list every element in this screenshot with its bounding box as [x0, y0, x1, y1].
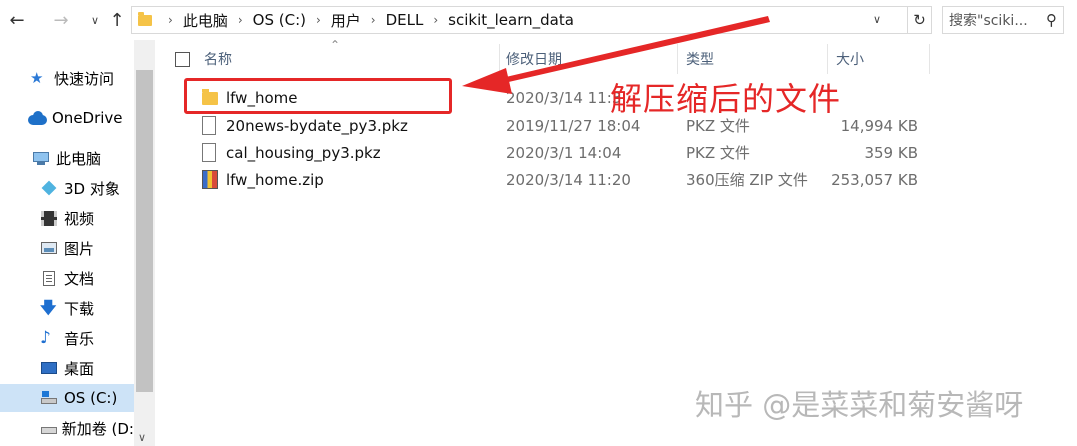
navigation-pane: ★ 快速访问 OneDrive 此电脑 3D 对象 视频 图片 文档 🡇 下载 …	[0, 40, 155, 446]
nav-item-3d-objects[interactable]: 3D 对象	[40, 174, 134, 202]
breadcrumb-separator-icon[interactable]: ›	[371, 13, 376, 27]
watermark-text: 知乎 @是菜菜和菊安酱呀	[695, 388, 1024, 422]
nav-item-label: 3D 对象	[64, 179, 120, 198]
folder-icon	[138, 11, 152, 26]
column-header-row: 名称 修改日期 类型 大小	[160, 44, 930, 74]
cube-icon	[40, 180, 58, 196]
nav-item-label: 桌面	[64, 359, 95, 378]
nav-item-os-c[interactable]: OS (C:)	[0, 384, 134, 412]
file-row-cal-housing-pkz[interactable]: cal_housing_py3.pkz 2020/3/1 14:04 PKZ 文…	[160, 139, 930, 166]
download-icon: 🡇	[40, 298, 57, 317]
nav-item-downloads[interactable]: 🡇 下载	[40, 294, 134, 322]
file-icon	[202, 116, 216, 135]
address-bar-row: ← → ∨ ↑ › 此电脑 › OS (C:) › 用户 › DELL › sc…	[0, 0, 1077, 40]
file-size: 14,994 KB	[840, 116, 918, 135]
file-date: 2020/3/14 11:3	[506, 88, 622, 107]
nav-item-music[interactable]: ♪ 音乐	[40, 324, 134, 352]
nav-item-this-pc[interactable]: 此电脑	[32, 144, 134, 172]
nav-item-label: 音乐	[64, 329, 95, 348]
breadcrumb-item[interactable]: DELL	[386, 11, 424, 29]
file-name: 20news-bydate_py3.pkz	[226, 116, 408, 135]
nav-item-label: OS (C:)	[64, 389, 118, 407]
nav-item-documents[interactable]: 文档	[40, 264, 134, 292]
nav-item-label: OneDrive	[52, 109, 123, 127]
zip-archive-icon	[202, 170, 218, 189]
document-icon	[40, 270, 58, 286]
search-placeholder: 搜索"sciki...	[949, 13, 1028, 29]
address-input[interactable]: › 此电脑 › OS (C:) › 用户 › DELL › scikit_lea…	[131, 6, 908, 34]
breadcrumb-separator-icon[interactable]: ›	[433, 13, 438, 27]
file-name: cal_housing_py3.pkz	[226, 143, 381, 162]
column-header-name[interactable]: 名称	[196, 44, 500, 74]
search-icon[interactable]: ⚲	[1046, 11, 1057, 29]
breadcrumb-item[interactable]: OS (C:)	[253, 11, 306, 29]
nav-item-label: 视频	[64, 209, 95, 228]
file-date: 2020/3/1 14:04	[506, 143, 622, 162]
annotation-label: 解压缩后的文件	[610, 80, 842, 118]
file-type: PKZ 文件	[686, 144, 750, 162]
nav-item-desktop[interactable]: 桌面	[40, 354, 134, 382]
nav-item-quick-access[interactable]: ★ 快速访问	[30, 64, 134, 92]
scroll-down-chevron-icon[interactable]: ∨	[138, 431, 146, 444]
address-dropdown-chevron-icon[interactable]: ∨	[873, 13, 881, 26]
file-size: 359 KB	[864, 143, 918, 162]
music-icon: ♪	[40, 328, 51, 348]
nav-item-onedrive[interactable]: OneDrive	[28, 104, 134, 132]
breadcrumb-separator-icon[interactable]: ›	[316, 13, 321, 27]
breadcrumb-item[interactable]: 此电脑	[183, 10, 228, 31]
nav-item-label: 新加卷 (D:	[61, 419, 134, 438]
file-name: lfw_home.zip	[226, 170, 324, 189]
breadcrumb-item[interactable]: scikit_learn_data	[448, 11, 574, 29]
column-header-date[interactable]: 修改日期	[498, 44, 678, 74]
windows-drive-icon	[40, 390, 58, 406]
nav-item-label: 快速访问	[54, 69, 115, 88]
up-arrow-icon[interactable]: ↑	[106, 8, 128, 32]
film-icon	[40, 210, 58, 226]
nav-item-pictures[interactable]: 图片	[40, 234, 134, 262]
file-type: 360压缩 ZIP 文件	[686, 171, 808, 189]
computer-icon	[32, 150, 50, 166]
column-header-size[interactable]: 大小	[828, 44, 930, 74]
nav-item-label: 下载	[64, 299, 95, 318]
breadcrumb-item[interactable]: 用户	[331, 10, 361, 31]
refresh-icon[interactable]: ↻	[908, 6, 932, 34]
desktop-icon	[40, 360, 58, 376]
file-icon	[202, 143, 216, 162]
file-date: 2020/3/14 11:20	[506, 170, 631, 189]
nav-item-label: 图片	[64, 239, 95, 258]
column-header-type[interactable]: 类型	[678, 44, 828, 74]
recent-locations-chevron-icon[interactable]: ∨	[84, 8, 106, 32]
drive-icon	[40, 420, 57, 436]
breadcrumb-separator-icon: ›	[168, 13, 173, 27]
cloud-icon	[28, 110, 47, 126]
back-arrow-icon[interactable]: ←	[6, 8, 28, 32]
annotation-highlight-box	[184, 78, 452, 114]
nav-item-new-volume-d[interactable]: 新加卷 (D:	[40, 414, 134, 442]
nav-scrollbar[interactable]: ∨	[134, 40, 155, 446]
breadcrumb-separator-icon[interactable]: ›	[238, 13, 243, 27]
nav-item-label: 文档	[64, 269, 95, 288]
picture-icon	[40, 240, 58, 256]
nav-scrollbar-thumb[interactable]	[136, 70, 153, 392]
search-input[interactable]: 搜索"sciki... ⚲	[942, 6, 1064, 34]
file-row-lfw-home-zip[interactable]: lfw_home.zip 2020/3/14 11:20 360压缩 ZIP 文…	[160, 166, 930, 193]
file-size	[828, 84, 918, 111]
file-size: 253,057 KB	[831, 170, 918, 189]
star-icon: ★	[30, 69, 44, 87]
forward-arrow-icon[interactable]: →	[50, 8, 72, 32]
nav-item-videos[interactable]: 视频	[40, 204, 134, 232]
nav-item-label: 此电脑	[56, 149, 102, 168]
